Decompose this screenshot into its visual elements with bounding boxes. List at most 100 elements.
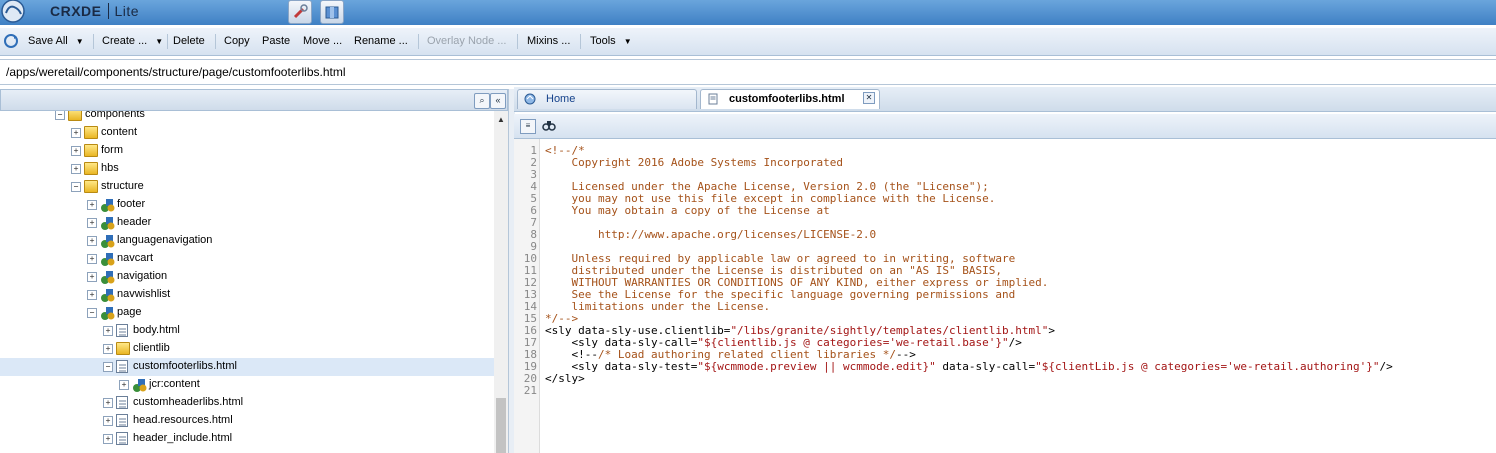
- tree-row[interactable]: + customheaderlibs.html: [0, 394, 494, 412]
- toolbar-divider: [93, 34, 94, 49]
- find-icon[interactable]: ⌕: [474, 93, 490, 109]
- tree-row-label: head.resources.html: [133, 414, 233, 426]
- expand-toggle-icon[interactable]: +: [71, 164, 81, 174]
- rename-button[interactable]: Rename ...: [354, 35, 408, 47]
- expand-toggle-icon[interactable]: +: [119, 380, 129, 390]
- folder-icon: [68, 111, 82, 121]
- tree-row[interactable]: + navigation: [0, 268, 494, 286]
- tools-menu-button[interactable]: Tools ▼: [590, 35, 632, 47]
- tree-row[interactable]: + navwishlist: [0, 286, 494, 304]
- tree-row-label: structure: [101, 180, 144, 192]
- close-icon[interactable]: ✕: [863, 92, 875, 104]
- tree-row-label: hbs: [101, 162, 119, 174]
- code-editor[interactable]: 1 2 3 4 5 6 7 8 9 10 11 12 13 14 15 16 17 18 19 20 21 <!--/*…: [514, 139, 1496, 453]
- tree-row[interactable]: − structure: [0, 178, 494, 196]
- tools-switch-button[interactable]: [288, 0, 312, 24]
- collapse-toggle-icon[interactable]: −: [87, 308, 97, 318]
- chevron-down-icon[interactable]: ▼: [624, 37, 632, 46]
- tree-row-label: footer: [117, 198, 146, 210]
- tree-row[interactable]: − page: [0, 304, 494, 322]
- move-button[interactable]: Move ...: [303, 35, 342, 47]
- save-all-button[interactable]: Save All ▼: [28, 35, 84, 47]
- collapse-toggle-icon[interactable]: −: [55, 111, 65, 120]
- tab-label: customfooterlibs.html: [729, 93, 845, 105]
- tree-row[interactable]: + body.html: [0, 322, 494, 340]
- expand-toggle-icon[interactable]: +: [103, 434, 113, 444]
- code-line: <sly data-sly-test="${wcmmode.preview ||…: [545, 360, 1393, 373]
- expand-toggle-icon[interactable]: +: [87, 254, 97, 264]
- component-icon: [100, 234, 115, 248]
- tree-row[interactable]: + languagenavigation: [0, 232, 494, 250]
- tree-row[interactable]: + header_include.html: [0, 430, 494, 448]
- collapse-toggle-icon[interactable]: −: [103, 362, 113, 372]
- expand-toggle-icon[interactable]: +: [71, 146, 81, 156]
- expand-toggle-icon[interactable]: +: [103, 416, 113, 426]
- component-icon: [100, 198, 115, 212]
- tree-row[interactable]: + hbs: [0, 160, 494, 178]
- collapse-panel-icon[interactable]: «: [490, 93, 506, 109]
- folder-icon: [116, 342, 130, 355]
- component-icon: [100, 252, 115, 266]
- expand-toggle-icon[interactable]: +: [87, 200, 97, 210]
- package-manager-button[interactable]: [320, 0, 344, 24]
- tree-row-label: form: [101, 144, 123, 156]
- tab-customfooterlibs[interactable]: customfooterlibs.html ✕: [700, 89, 880, 109]
- expand-toggle-icon[interactable]: +: [103, 326, 113, 336]
- tree-row[interactable]: + jcr:content: [0, 376, 494, 394]
- scrollbar-thumb[interactable]: [496, 398, 506, 453]
- mixins-button[interactable]: Mixins ...: [527, 35, 570, 47]
- search-replace-icon[interactable]: [542, 119, 556, 132]
- tree-scrollbar[interactable]: ▲: [494, 111, 508, 453]
- main-toolbar: Save All ▼ Create ... ▼ Delete Copy Paste …: [0, 28, 1496, 56]
- home-icon: [524, 93, 536, 105]
- tree-row[interactable]: + header: [0, 214, 494, 232]
- tree-row-label: content: [101, 126, 138, 138]
- tree-row-label: customheaderlibs.html: [133, 396, 244, 408]
- file-icon: [116, 396, 128, 409]
- expand-toggle-icon[interactable]: +: [103, 344, 113, 354]
- tree-row[interactable]: + content: [0, 124, 494, 142]
- title-bar: CRXDE Lite: [0, 0, 1496, 25]
- file-icon: [116, 324, 128, 337]
- overlay-node-button[interactable]: Overlay Node ...: [427, 35, 506, 47]
- tree-row[interactable]: + clientlib: [0, 340, 494, 358]
- expand-toggle-icon[interactable]: +: [87, 272, 97, 282]
- tree-row[interactable]: + head.resources.html: [0, 412, 494, 430]
- format-icon[interactable]: ≡: [520, 119, 536, 134]
- tree-row[interactable]: − components: [0, 111, 494, 124]
- chevron-down-icon[interactable]: ▼: [155, 37, 163, 46]
- delete-button[interactable]: Delete: [173, 35, 205, 47]
- tree-row[interactable]: + form: [0, 142, 494, 160]
- file-icon: [116, 360, 128, 373]
- tree-row[interactable]: + footer: [0, 196, 494, 214]
- tab-label: Home: [546, 93, 576, 105]
- code-line: Copyright 2016 Adobe Systems Incorporate…: [545, 156, 844, 169]
- expand-toggle-icon[interactable]: +: [87, 236, 97, 246]
- paste-button[interactable]: Paste: [262, 35, 290, 47]
- app-name: CRXDE: [50, 3, 102, 19]
- create-button[interactable]: Create ... ▼: [102, 35, 163, 47]
- path-input[interactable]: [4, 64, 1408, 80]
- tree-row[interactable]: − customfooterlibs.html: [0, 358, 494, 376]
- component-icon: [100, 306, 115, 320]
- repository-tree: − components + content + form + hbs − structure + f…: [0, 111, 494, 453]
- app-name-suffix: Lite: [107, 3, 140, 19]
- expand-toggle-icon[interactable]: +: [87, 218, 97, 228]
- expand-toggle-icon[interactable]: +: [103, 398, 113, 408]
- code-line: http://www.apache.org/licenses/LICENSE-2…: [545, 228, 877, 241]
- tree-row[interactable]: + navcart: [0, 250, 494, 268]
- folder-icon: [84, 162, 98, 175]
- expand-toggle-icon[interactable]: +: [87, 290, 97, 300]
- copy-button[interactable]: Copy: [224, 35, 250, 47]
- file-icon: [116, 432, 128, 445]
- tab-home[interactable]: Home: [517, 89, 697, 109]
- component-icon: [100, 216, 115, 230]
- refresh-icon[interactable]: [3, 33, 19, 49]
- package-icon: [325, 6, 339, 19]
- expand-toggle-icon[interactable]: +: [71, 128, 81, 138]
- chevron-down-icon[interactable]: ▼: [76, 37, 84, 46]
- collapse-toggle-icon[interactable]: −: [71, 182, 81, 192]
- line-number: 21: [523, 384, 537, 397]
- tree-row-label: body.html: [133, 324, 180, 336]
- scroll-up-icon[interactable]: ▲: [497, 115, 505, 124]
